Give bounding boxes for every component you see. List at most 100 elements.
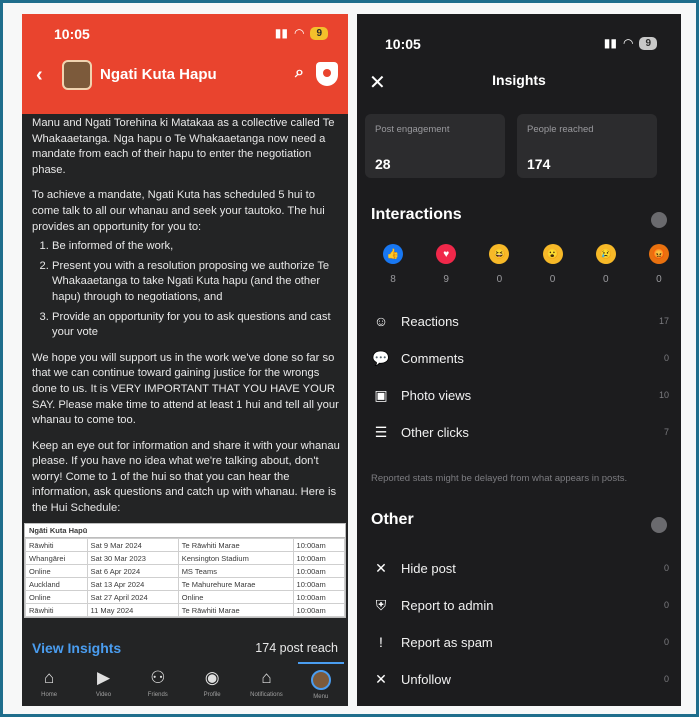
table-cell: Whangārei — [25, 551, 88, 565]
row-label: Photo views — [401, 387, 472, 403]
table-cell: Auckland — [25, 577, 88, 591]
unfollow-row[interactable]: ✕ Unfollow 0 — [371, 668, 669, 690]
list-item: Provide an opportunity for you to ask qu… — [52, 310, 342, 341]
shield-icon: ⛨ — [375, 596, 387, 613]
hide-post-row[interactable]: ✕ Hide post 0 — [371, 557, 669, 579]
post-reach: 174 post reach — [255, 641, 338, 655]
reaction-count: 9 — [443, 274, 449, 285]
table-cell: Sat 27 April 2024 — [86, 590, 179, 604]
table-cell: Online — [25, 590, 88, 604]
reaction-count: 0 — [602, 274, 609, 285]
table-cell: Sat 6 Apr 2024 — [86, 564, 179, 578]
group-avatar[interactable] — [62, 60, 92, 90]
tab-notifications[interactable]: ⌂ Notifications — [243, 662, 289, 706]
search-icon[interactable]: ⌕ — [295, 64, 304, 82]
interactions-heading: Interactions — [371, 206, 462, 223]
hui-schedule-image[interactable]: Ngāti Kuta Hapū Rāwhiti Sat 9 Mar 2024 T… — [24, 523, 346, 618]
table-cell: MS Teams — [177, 564, 294, 578]
like-icon: 👍 — [383, 244, 403, 264]
schedule-title: Ngāti Kuta Hapū — [25, 524, 345, 538]
info-icon[interactable] — [651, 517, 667, 533]
comments-row[interactable]: 💬 Comments 0 — [371, 347, 669, 369]
table-cell: Te Rāwhiti Marae — [177, 538, 294, 552]
friends-icon: ⚇ — [150, 668, 166, 687]
hide-icon: ✕ — [375, 559, 387, 576]
status-icons: ▮▮ ◠ 9 — [604, 36, 657, 50]
table-cell: Online — [177, 590, 294, 604]
row-value: 0 — [663, 353, 669, 363]
other-clicks-row[interactable]: ☰ Other clicks 7 — [371, 421, 669, 443]
admin-shield-icon[interactable] — [316, 62, 338, 86]
bottom-tab-bar: ⌂ Home ▶ Video ⚇ Friends ◉ Profile ⌂ Not… — [22, 662, 348, 706]
row-value: 0 — [663, 563, 669, 573]
reaction-love: ♥ 9 — [434, 244, 458, 285]
tab-label: Notifications — [250, 692, 283, 698]
insights-screen: 10:05 ▮▮ ◠ 9 ✕ Insights Post engagement … — [357, 14, 681, 706]
reaction-count: 0 — [496, 274, 503, 285]
signal-icon: ▮▮ — [274, 26, 288, 40]
card-value: 28 — [375, 156, 391, 172]
reaction-count: 0 — [656, 274, 662, 285]
table-cell: 10:00am — [292, 577, 346, 591]
post-paragraph: Manu and Ngati Torehina ki Matakaa as a … — [32, 117, 335, 176]
photo-icon: ▣ — [374, 386, 388, 403]
other-heading: Other — [371, 511, 414, 528]
reaction-count: 0 — [549, 274, 556, 285]
reaction-breakdown: 👍 8 ♥ 9 😆 0 😮 0 😢 0 😡 0 — [381, 244, 671, 285]
delay-note: Reported stats might be delayed from wha… — [371, 473, 628, 484]
reaction-haha: 😆 0 — [487, 244, 511, 285]
wifi-icon: ◠ — [622, 36, 634, 50]
card-value: 174 — [527, 156, 551, 172]
group-name[interactable]: Ngati Kuta Hapu — [100, 66, 217, 83]
row-value: 17 — [658, 316, 669, 326]
reaction-wow: 😮 0 — [541, 244, 565, 285]
reactions-row[interactable]: ☺ Reactions 17 — [371, 310, 669, 332]
clicks-icon: ☰ — [374, 423, 388, 440]
report-to-admin-row[interactable]: ⛨ Report to admin 0 — [371, 594, 669, 616]
table-cell: Te Mahurehure Marae — [177, 577, 294, 591]
status-time: 10:05 — [54, 26, 90, 42]
table-cell: Te Rāwhiti Marae — [177, 603, 294, 617]
wifi-icon: ◠ — [293, 26, 305, 40]
tab-friends[interactable]: ⚇ Friends — [135, 662, 181, 706]
row-value: 7 — [663, 427, 669, 437]
table-row: Rāwhiti Sat 9 Mar 2024 Te Rāwhiti Marae … — [25, 538, 346, 552]
tab-menu[interactable]: Menu — [297, 662, 344, 706]
table-cell: 10:00am — [292, 590, 346, 604]
reaction-sad: 😢 0 — [594, 244, 618, 285]
photo-views-row[interactable]: ▣ Photo views 10 — [371, 384, 669, 406]
table-cell: 11 May 2024 — [86, 603, 179, 617]
tab-label: Home — [41, 692, 58, 698]
info-icon[interactable] — [651, 212, 667, 228]
love-icon: ♥ — [436, 244, 457, 264]
tab-video[interactable]: ▶ Video — [80, 662, 126, 706]
table-cell: Sat 9 Mar 2024 — [86, 538, 179, 552]
status-icons: ▮▮ ◠ 9 — [275, 26, 328, 40]
comment-icon: 💬 — [372, 349, 390, 366]
view-insights-link[interactable]: View Insights — [32, 640, 121, 656]
schedule-table: Rāwhiti Sat 9 Mar 2024 Te Rāwhiti Marae … — [25, 538, 346, 617]
status-time: 10:05 — [385, 36, 421, 52]
table-cell: Kensington Stadium — [177, 551, 294, 565]
row-value: 10 — [658, 390, 669, 400]
profile-icon: ◉ — [204, 668, 220, 687]
menu-avatar-icon — [298, 670, 344, 690]
row-label: Report as spam — [401, 634, 493, 650]
battery-icon: 9 — [310, 26, 328, 40]
row-label: Hide post — [401, 560, 456, 576]
card-label: People reached — [527, 124, 594, 135]
back-chevron-icon[interactable]: ‹ — [36, 64, 43, 87]
spam-icon: ! — [379, 634, 383, 650]
row-label: Comments — [401, 350, 464, 366]
post-body: Manu and Ngati Torehina ki Matakaa as a … — [32, 116, 342, 527]
tab-profile[interactable]: ◉ Profile — [189, 662, 235, 706]
group-post-screen: 10:05 ▮▮ ◠ 9 ‹ Ngati Kuta Hapu ⌕ Manu an… — [22, 14, 348, 706]
post-insights-bar: View Insights 174 post reach — [22, 634, 348, 662]
table-cell: Rāwhiti — [25, 538, 88, 552]
reaction-angry: 😡 0 — [647, 244, 671, 285]
video-icon: ▶ — [96, 668, 111, 687]
post-engagement-card: Post engagement 28 — [365, 114, 505, 178]
report-as-spam-row[interactable]: ! Report as spam 0 — [371, 631, 669, 653]
tab-home[interactable]: ⌂ Home — [26, 662, 72, 706]
row-label: Reactions — [401, 313, 459, 329]
